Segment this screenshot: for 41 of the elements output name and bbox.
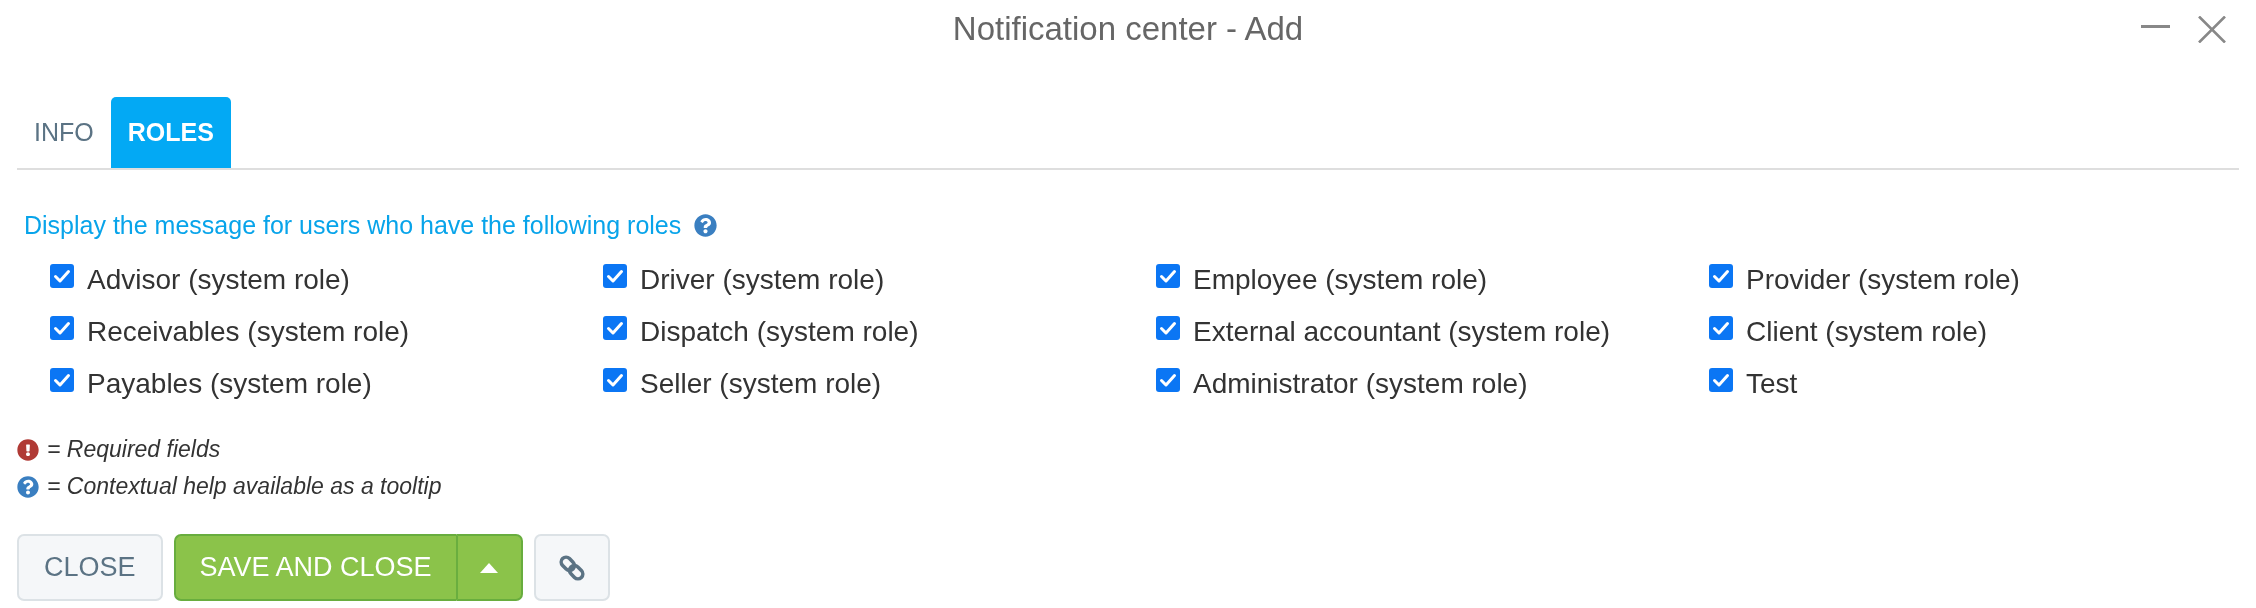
checkbox[interactable] [1709,264,1733,288]
checkbox-label[interactable]: Driver (system role) [640,264,885,296]
checkbox[interactable] [1156,264,1180,288]
help-icon [694,213,718,237]
legend-text: = Required fields [47,436,221,463]
close-window-button[interactable] [2198,15,2226,43]
checkbox[interactable] [1156,316,1180,340]
checkbox-label[interactable]: Dispatch (system role) [640,316,919,348]
window-title: Notification center - Add [952,10,1304,48]
minimize-button[interactable] [2141,24,2170,28]
dropdown-toggle-button[interactable] [455,534,523,601]
link-icon [557,553,586,582]
checkbox-label[interactable]: External accountant (system role) [1193,316,1611,348]
help-icon [17,475,39,498]
checkbox-label[interactable]: Advisor (system role) [87,264,350,296]
exclamation-icon [17,438,39,461]
checkbox[interactable] [603,264,627,288]
checkbox[interactable] [603,316,627,340]
checkbox[interactable] [50,368,74,392]
link-button[interactable] [533,534,610,601]
checkbox-label[interactable]: Receivables (system role) [87,316,410,348]
checkbox-label[interactable]: Payables (system role) [87,368,372,400]
caret-icon [480,562,499,573]
checkbox-label[interactable]: Test [1746,368,1798,400]
checkbox[interactable] [1709,316,1733,340]
section-heading: Display the message for users who have the following roles [24,210,682,240]
legend-text: = Contextual help available as a tooltip [47,473,442,500]
minimize-icon [2141,24,2170,28]
checkbox[interactable] [50,264,74,288]
close-button[interactable]: CLOSE [17,534,163,601]
checkbox-label[interactable]: Provider (system role) [1746,264,2020,296]
checkbox[interactable] [50,316,74,340]
checkbox-label[interactable]: Employee (system role) [1193,264,1488,296]
checkbox-label[interactable]: Administrator (system role) [1193,368,1528,400]
tab[interactable]: INFO [17,97,111,168]
close-icon [2198,15,2226,43]
checkbox[interactable] [1709,368,1733,392]
checkbox[interactable] [603,368,627,392]
checkbox-label[interactable]: Client (system role) [1746,316,1988,348]
checkbox-label[interactable]: Seller (system role) [640,368,882,400]
checkbox[interactable] [1156,368,1180,392]
